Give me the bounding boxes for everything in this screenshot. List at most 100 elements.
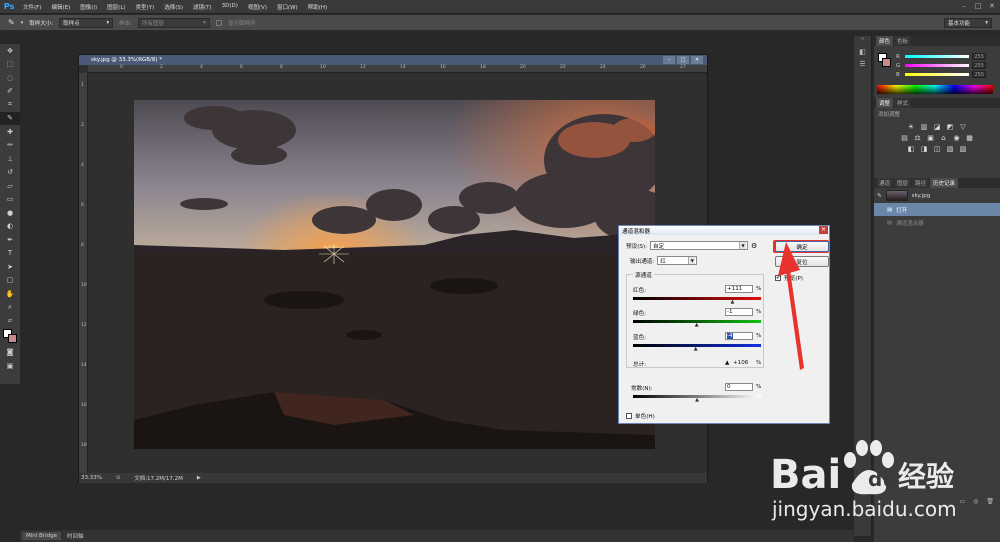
- tab-swatches[interactable]: 色板: [894, 36, 912, 46]
- screen-mode-icon[interactable]: ▣: [0, 359, 20, 373]
- color-spectrum-ramp[interactable]: [877, 85, 993, 94]
- healing-brush-icon[interactable]: ✚: [0, 125, 20, 139]
- menu-item-2[interactable]: 图像(I): [75, 3, 102, 11]
- threshold-icon[interactable]: ◫: [933, 145, 941, 153]
- close-icon[interactable]: ✕: [819, 226, 828, 234]
- gradient-map-icon[interactable]: ▽: [959, 123, 967, 131]
- tab-styles[interactable]: 样式: [894, 98, 912, 108]
- image-canvas[interactable]: [134, 100, 655, 449]
- minimize-icon[interactable]: –: [960, 2, 968, 10]
- exposure-icon[interactable]: ◩: [946, 123, 954, 131]
- menu-item-7[interactable]: 3D(D): [217, 3, 243, 11]
- zoom-level[interactable]: 33.33%: [81, 475, 102, 481]
- crop-tool-icon[interactable]: ⌗: [0, 98, 20, 112]
- hue-saturation-icon[interactable]: ⚖: [914, 134, 922, 142]
- color-balance-icon[interactable]: ▣: [927, 134, 935, 142]
- tab-layers[interactable]: 图层: [894, 178, 912, 188]
- show-ring-checkbox[interactable]: [215, 19, 222, 26]
- pen-tool-icon[interactable]: ✒: [0, 233, 20, 247]
- eyedropper-tool-icon[interactable]: ✎: [8, 18, 15, 27]
- swap-colors-icon[interactable]: ⇄: [0, 314, 20, 328]
- green-slider[interactable]: [905, 64, 969, 67]
- menu-item-10[interactable]: 帮助(H): [303, 3, 332, 11]
- background-color-swatch[interactable]: [882, 58, 891, 67]
- output-channel-select[interactable]: 红 ▼: [657, 256, 698, 265]
- levels-icon[interactable]: ▥: [920, 123, 928, 131]
- vibrance-icon[interactable]: ▤: [901, 134, 909, 142]
- gradient-icon[interactable]: ▨: [959, 145, 967, 153]
- tab-channels[interactable]: 通道: [876, 178, 894, 188]
- tool-preset-chevron-icon[interactable]: ▾: [21, 20, 24, 26]
- history-item-open[interactable]: ▤ 打开: [874, 203, 1000, 216]
- menu-item-0[interactable]: 文件(F): [18, 3, 46, 11]
- status-menu-icon[interactable]: ⊙: [116, 475, 120, 481]
- collapse-panels-icon[interactable]: «: [854, 36, 871, 48]
- menu-item-9[interactable]: 窗口(W): [272, 3, 303, 11]
- properties-panel-icon[interactable]: ☰: [854, 60, 871, 72]
- workspace-select[interactable]: 基本功能 ▾: [944, 18, 992, 28]
- blue-slider[interactable]: [905, 73, 969, 76]
- blue-slider-thumb[interactable]: ▲: [693, 347, 698, 352]
- background-color-swatch[interactable]: [8, 333, 17, 343]
- tab-history[interactable]: 历史记录: [930, 178, 959, 188]
- gradient-tool-icon[interactable]: ▭: [0, 193, 20, 207]
- curves-icon[interactable]: ◪: [933, 123, 941, 131]
- black-white-icon[interactable]: ⌂: [940, 134, 948, 142]
- history-snapshot[interactable]: ✎ sky.jpg: [874, 188, 1000, 203]
- color-swatches[interactable]: [0, 328, 20, 346]
- type-tool-icon[interactable]: T: [0, 247, 20, 261]
- posterize-icon[interactable]: ◨: [920, 145, 928, 153]
- blur-tool-icon[interactable]: ●: [0, 206, 20, 220]
- sample-select[interactable]: 所有图层 ▾: [137, 17, 210, 28]
- preset-gear-icon[interactable]: ⚙: [751, 242, 757, 250]
- dodge-tool-icon[interactable]: ◐: [0, 220, 20, 234]
- red-slider-thumb[interactable]: ▲: [730, 300, 735, 305]
- menu-item-4[interactable]: 类型(Y): [131, 3, 160, 11]
- blue-input[interactable]: -4: [725, 332, 753, 340]
- close-icon[interactable]: ✕: [988, 2, 996, 10]
- green-slider-thumb[interactable]: ▲: [694, 323, 699, 328]
- menu-item-1[interactable]: 编辑(E): [46, 3, 75, 11]
- move-tool-icon[interactable]: ✥: [0, 44, 20, 58]
- constant-slider-thumb[interactable]: ▲: [695, 398, 700, 403]
- menu-item-5[interactable]: 选择(S): [159, 3, 188, 11]
- history-item-channel-mixer[interactable]: ▤ 通道混合器: [874, 216, 1000, 229]
- tab-adjustments[interactable]: 调整: [876, 98, 894, 108]
- eyedropper-tool-icon[interactable]: ✎: [0, 111, 20, 125]
- path-select-icon[interactable]: ➤: [0, 260, 20, 274]
- status-arrow-icon[interactable]: ▶: [197, 475, 201, 481]
- shape-tool-icon[interactable]: ▢: [0, 274, 20, 288]
- menu-item-3[interactable]: 图层(L): [102, 3, 130, 11]
- eraser-tool-icon[interactable]: ▱: [0, 179, 20, 193]
- maximize-icon[interactable]: □: [677, 56, 689, 64]
- quick-mask-icon[interactable]: ◙: [0, 346, 20, 360]
- hand-tool-icon[interactable]: ✋: [0, 287, 20, 301]
- sample-size-select[interactable]: 取样点 ▾: [59, 17, 114, 28]
- maximize-icon[interactable]: □: [974, 2, 982, 10]
- red-slider[interactable]: [905, 55, 969, 58]
- tab-mini-bridge[interactable]: Mini Bridge: [22, 532, 61, 540]
- green-input[interactable]: -1: [725, 308, 753, 316]
- constant-input[interactable]: 0: [725, 383, 753, 391]
- red-slider[interactable]: [633, 297, 761, 300]
- monochrome-checkbox[interactable]: [626, 413, 632, 419]
- tab-color[interactable]: 颜色: [876, 36, 894, 46]
- stamp-tool-icon[interactable]: ⊥: [0, 152, 20, 166]
- close-icon[interactable]: ✕: [691, 56, 703, 64]
- selective-color-icon[interactable]: ▧: [946, 145, 954, 153]
- history-brush-icon[interactable]: ↺: [0, 166, 20, 180]
- quick-select-tool-icon[interactable]: ✐: [0, 85, 20, 99]
- document-title-bar[interactable]: sky.jpg @ 33.3%(RGB/8) * – □ ✕: [79, 55, 707, 65]
- brush-tool-icon[interactable]: ✏: [0, 139, 20, 153]
- brightness-icon[interactable]: ☀: [907, 123, 915, 131]
- channel-mixer-icon[interactable]: ◉: [953, 134, 961, 142]
- tab-paths[interactable]: 路径: [912, 178, 930, 188]
- menu-item-8[interactable]: 视图(V): [243, 3, 272, 11]
- preset-select[interactable]: 自定 ▼: [650, 241, 748, 250]
- tab-timeline[interactable]: 时间轴: [63, 531, 88, 541]
- menu-item-6[interactable]: 滤镜(T): [188, 3, 217, 11]
- marquee-tool-icon[interactable]: ⬚: [0, 58, 20, 72]
- minimize-icon[interactable]: –: [663, 56, 675, 64]
- zoom-tool-icon[interactable]: ⌕: [0, 301, 20, 315]
- history-panel-icon[interactable]: ◧: [854, 48, 871, 60]
